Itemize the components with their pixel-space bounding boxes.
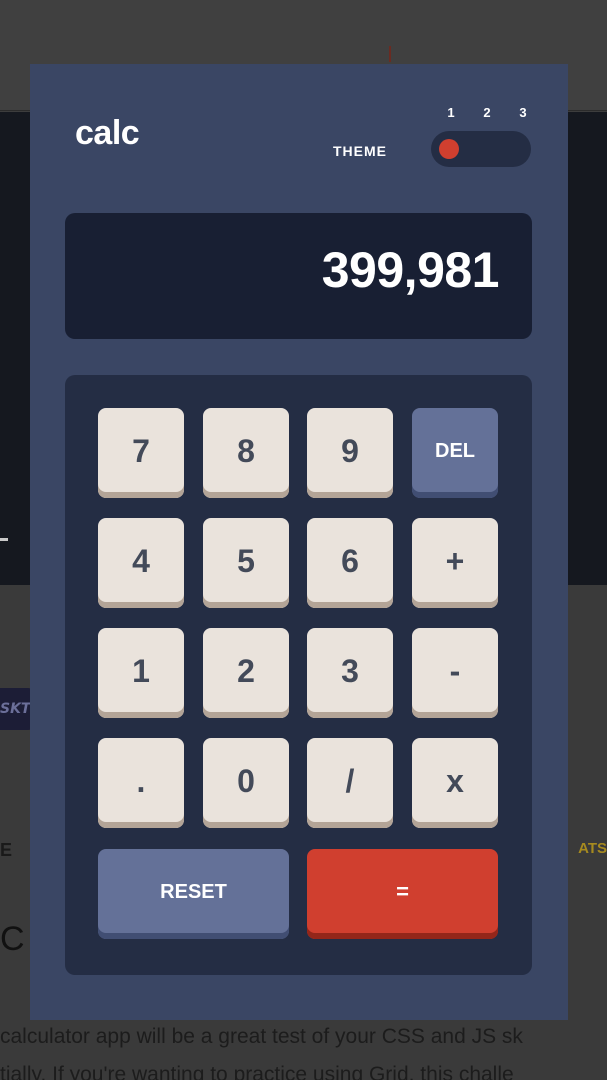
key-6[interactable]: 6: [307, 518, 393, 608]
background-dash: [0, 538, 8, 541]
background-letter: C: [0, 920, 25, 958]
theme-toggle-knob[interactable]: [439, 139, 459, 159]
key-1[interactable]: 1: [98, 628, 184, 718]
multiply-button[interactable]: x: [412, 738, 498, 828]
keypad: 7 8 9 DEL 4 5 6 + 1 2 3 - . 0 / x RESET …: [65, 375, 532, 975]
key-2[interactable]: 2: [203, 628, 289, 718]
theme-option-1[interactable]: 1: [441, 105, 461, 120]
display-value: 399,981: [321, 242, 500, 298]
delete-button[interactable]: DEL: [412, 408, 498, 498]
calculator-display: 399,981: [65, 213, 532, 339]
calculator-card: calc 1 2 3 THEME 399,981 7 8 9 DEL 4 5 6…: [30, 64, 568, 1020]
key-3[interactable]: 3: [307, 628, 393, 718]
minus-button[interactable]: -: [412, 628, 498, 718]
decimal-button[interactable]: .: [98, 738, 184, 828]
divide-button[interactable]: /: [307, 738, 393, 828]
key-4[interactable]: 4: [98, 518, 184, 608]
theme-label: THEME: [333, 143, 387, 159]
plus-button[interactable]: +: [412, 518, 498, 608]
key-8[interactable]: 8: [203, 408, 289, 498]
equals-button[interactable]: =: [307, 849, 498, 939]
background-tag: SKT: [0, 688, 34, 730]
key-9[interactable]: 9: [307, 408, 393, 498]
background-paragraph: calculator app will be a great test of y…: [0, 1018, 607, 1080]
theme-option-3[interactable]: 3: [513, 105, 533, 120]
theme-option-2[interactable]: 2: [477, 105, 497, 120]
key-0[interactable]: 0: [203, 738, 289, 828]
key-7[interactable]: 7: [98, 408, 184, 498]
theme-options: 1 2 3: [441, 105, 533, 120]
background-paragraph-line-1: calculator app will be a great test of y…: [0, 1025, 523, 1048]
theme-toggle[interactable]: [431, 131, 531, 167]
background-stat-fragment: ATS: [578, 840, 607, 857]
background-paragraph-line-2: tially. If you're wanting to practice us…: [0, 1063, 514, 1080]
app-logo: calc: [75, 114, 140, 152]
reset-button[interactable]: RESET: [98, 849, 289, 939]
key-5[interactable]: 5: [203, 518, 289, 608]
background-heading-fragment: E: [0, 840, 13, 860]
background-header-mark: [389, 46, 391, 62]
